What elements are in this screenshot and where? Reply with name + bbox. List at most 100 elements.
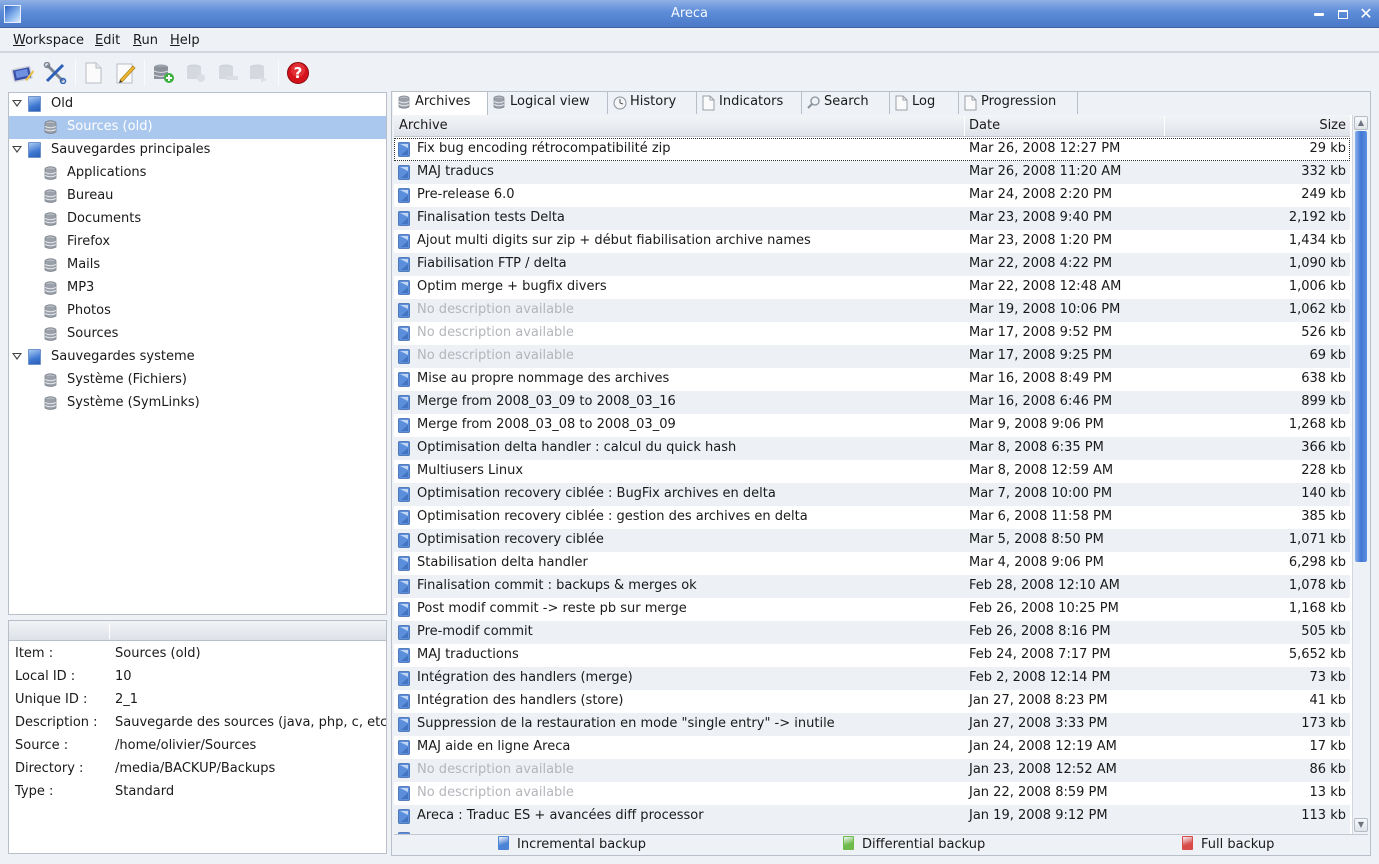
archive-row[interactable]: No description available Mar 17, 2008 9:5… [394, 322, 1350, 345]
target-action-2-button[interactable] [215, 61, 241, 85]
tree-item[interactable]: Photos [9, 300, 386, 323]
archive-row[interactable]: MAJ aide en ligne Areca Jan 24, 2008 12:1… [394, 736, 1350, 759]
expand-toggle-icon[interactable] [12, 146, 22, 153]
column-header-size[interactable]: Size [1319, 118, 1346, 133]
archive-row[interactable]: Fix bug encoding rétrocompatibilité zip M… [394, 138, 1350, 161]
edit-button[interactable] [112, 61, 138, 85]
scroll-down-button[interactable]: ▼ [1354, 818, 1368, 832]
archive-row[interactable]: Areca : Traduc ES + avancées diff proces… [394, 805, 1350, 828]
tab-progression[interactable]: Progression [959, 92, 1078, 114]
archive-row[interactable]: Intégration des handlers (store) Jan 27, … [394, 690, 1350, 713]
tree-item[interactable]: Applications [9, 162, 386, 185]
tab-logical-view[interactable]: Logical view [488, 92, 608, 114]
scrollbar-thumb[interactable] [1355, 131, 1367, 562]
incremental-archive-icon [398, 372, 410, 387]
column-header-date[interactable]: Date [969, 118, 1000, 133]
vertical-scrollbar[interactable]: ▲ ▼ [1352, 115, 1368, 834]
tab-log[interactable]: Log [890, 92, 959, 114]
archive-row[interactable]: Mise au propre nommage des archives Mar 1… [394, 368, 1350, 391]
expand-toggle-icon[interactable] [12, 100, 22, 107]
property-value: Sauvegarde des sources (java, php, c, et… [115, 715, 387, 730]
tab-history[interactable]: History [608, 92, 697, 114]
column-divider[interactable] [1164, 116, 1165, 136]
minimize-button[interactable] [1310, 5, 1328, 23]
tree-item[interactable]: Documents [9, 208, 386, 231]
incremental-archive-icon [398, 142, 410, 157]
archive-size: 13 kb [1309, 785, 1346, 800]
tab-archives[interactable]: Archives [393, 92, 488, 115]
tree-item[interactable]: Système (SymLinks) [9, 392, 386, 415]
archive-row[interactable]: Optimisation recovery ciblée Mar 5, 2008 … [394, 529, 1350, 552]
database-target-icon [44, 373, 57, 387]
incremental-archive-icon [398, 487, 410, 502]
full-backup-icon [1182, 836, 1193, 850]
add-target-button[interactable] [150, 61, 176, 85]
help-button[interactable]: ? [285, 61, 311, 85]
archive-row[interactable]: No description available Jan 22, 2008 8:5… [394, 782, 1350, 805]
archive-size: 385 kb [1301, 509, 1346, 524]
archive-row[interactable]: Ajout multi digits sur zip + début fiabi… [394, 230, 1350, 253]
new-button[interactable] [80, 61, 106, 85]
archive-row[interactable]: Merge from 2008_03_09 to 2008_03_16 Mar 1… [394, 391, 1350, 414]
archive-row[interactable]: No description available Mar 19, 2008 10:… [394, 299, 1350, 322]
menu-workspace[interactable]: Workspace [13, 33, 84, 48]
tree-item[interactable]: Firefox [9, 231, 386, 254]
archive-date: Mar 24, 2008 2:20 PM [969, 187, 1113, 202]
archive-row[interactable]: Multiusers Linux Mar 8, 2008 12:59 AM 228 … [394, 460, 1350, 483]
tree-item-label: MP3 [67, 280, 95, 295]
archive-row[interactable]: MAJ traducs Mar 26, 2008 11:20 AM 332 kb [394, 161, 1350, 184]
maximize-button[interactable] [1334, 5, 1352, 23]
tab-indicators[interactable]: Indicators [697, 92, 802, 114]
column-divider[interactable] [109, 623, 110, 639]
column-divider[interactable] [964, 116, 965, 136]
archive-row[interactable]: Optimisation recovery ciblée : BugFix ar… [394, 483, 1350, 506]
legend-label: Incremental backup [517, 837, 646, 852]
tree-item[interactable]: Système (Fichiers) [9, 369, 386, 392]
archive-row[interactable]: No description available Mar 17, 2008 9:2… [394, 345, 1350, 368]
archive-row[interactable]: Suppression de la restauration en mode "… [394, 713, 1350, 736]
column-header-archive[interactable]: Archive [399, 118, 448, 133]
archive-row[interactable]: Post modif commit -> reste pb sur merge F… [394, 598, 1350, 621]
archive-row[interactable]: Stabilisation delta handler Mar 4, 2008 9… [394, 552, 1350, 575]
archive-row[interactable]: Intégration des handlers (merge) Feb 2, 2… [394, 667, 1350, 690]
tree-group[interactable]: Sauvegardes systeme [9, 346, 386, 369]
tab-label: Progression [981, 94, 1057, 109]
tab-search[interactable]: Search [802, 92, 890, 114]
archive-date: Mar 26, 2008 11:20 AM [969, 164, 1122, 179]
title-bar: Areca ✕ [0, 0, 1379, 28]
scroll-up-button[interactable]: ▲ [1354, 116, 1368, 130]
tree-item[interactable]: MP3 [9, 277, 386, 300]
open-workspace-button[interactable] [10, 61, 36, 85]
archive-size: 113 kb [1301, 808, 1346, 823]
tree-group[interactable]: Sauvegardes principales [9, 139, 386, 162]
tree-item[interactable]: Mails [9, 254, 386, 277]
archive-row[interactable]: Finalisation tests Delta Mar 23, 2008 9:4… [394, 207, 1350, 230]
workspace-tree[interactable]: Old Sources (old) Sauvegardes principales A… [8, 92, 387, 615]
archive-row[interactable]: Pre-release 6.0 Mar 24, 2008 2:20 PM 249 k… [394, 184, 1350, 207]
archive-row[interactable]: Optim merge + bugfix divers Mar 22, 2008 … [394, 276, 1350, 299]
archive-size: 86 kb [1309, 762, 1346, 777]
archive-row[interactable]: MAJ traductions Feb 24, 2008 7:17 PM 5,652… [394, 644, 1350, 667]
menu-run[interactable]: Run [133, 33, 158, 48]
archive-row[interactable]: Fiabilisation FTP / delta Mar 22, 2008 4:… [394, 253, 1350, 276]
archive-row[interactable]: Finalisation commit : backups & merges o… [394, 575, 1350, 598]
tree-item[interactable]: Sources (old) [9, 116, 386, 139]
target-action-3-button[interactable] [246, 61, 272, 85]
incremental-archive-icon [398, 464, 410, 479]
archive-date: Jan 23, 2008 12:52 AM [969, 762, 1117, 777]
archive-row[interactable]: No description available Jan 23, 2008 12:… [394, 759, 1350, 782]
menu-help[interactable]: Help [170, 33, 200, 48]
archive-row[interactable]: Optimisation delta handler : calcul du q… [394, 437, 1350, 460]
tree-group[interactable]: Old [9, 93, 386, 116]
close-button[interactable]: ✕ [1357, 5, 1375, 23]
tree-item[interactable]: Sources [9, 323, 386, 346]
target-action-1-button[interactable] [183, 61, 209, 85]
preferences-button[interactable] [42, 61, 68, 85]
archive-row[interactable]: Merge from 2008_03_08 to 2008_03_09 Mar 9… [394, 414, 1350, 437]
menu-edit[interactable]: Edit [95, 33, 120, 48]
expand-toggle-icon[interactable] [12, 353, 22, 360]
archive-row[interactable]: Pre-modif commit Feb 26, 2008 8:16 PM 505 … [394, 621, 1350, 644]
property-row: Source : /home/olivier/Sources [9, 735, 386, 758]
archive-row[interactable]: Optimisation recovery ciblée : gestion d… [394, 506, 1350, 529]
tree-item[interactable]: Bureau [9, 185, 386, 208]
